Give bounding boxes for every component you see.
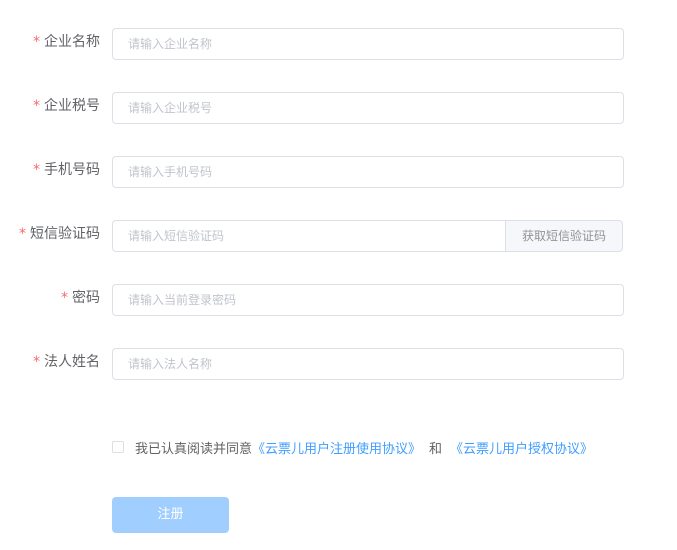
form-row-password: * 密码 <box>0 284 677 316</box>
required-mark: * <box>19 226 26 242</box>
required-mark: * <box>33 354 40 370</box>
agreement-text: 我已认真阅读并同意 <box>135 441 253 457</box>
company-name-label: * 企业名称 <box>33 28 100 60</box>
sms-code-label: * 短信验证码 <box>19 220 100 252</box>
form-row-phone: * 手机号码 <box>0 156 677 188</box>
agreement-row: 我已认真阅读并同意 《云票儿用户注册使用协议》 和 《云票儿用户授权协议》 <box>112 438 593 457</box>
sms-code-input[interactable] <box>112 220 506 252</box>
phone-label-text: 手机号码 <box>44 162 100 178</box>
phone-input[interactable] <box>112 156 624 188</box>
legal-name-label-text: 法人姓名 <box>44 354 100 370</box>
legal-name-input[interactable] <box>112 348 624 380</box>
tax-id-label: * 企业税号 <box>33 92 100 124</box>
password-label: * 密码 <box>61 284 100 316</box>
company-name-input[interactable] <box>112 28 624 60</box>
password-label-text: 密码 <box>72 290 100 306</box>
required-mark: * <box>33 98 40 114</box>
legal-name-label: * 法人姓名 <box>33 348 100 380</box>
password-input[interactable] <box>112 284 624 316</box>
company-name-label-text: 企业名称 <box>44 34 100 50</box>
tax-id-input[interactable] <box>112 92 624 124</box>
tax-id-label-text: 企业税号 <box>44 98 100 114</box>
required-mark: * <box>33 34 40 50</box>
registration-agreement-link[interactable]: 《云票儿用户注册使用协议》 <box>252 438 421 457</box>
required-mark: * <box>61 290 68 306</box>
phone-label: * 手机号码 <box>33 156 100 188</box>
get-sms-code-button[interactable]: 获取短信验证码 <box>505 220 623 252</box>
authorization-agreement-link[interactable]: 《云票儿用户授权协议》 <box>450 438 593 457</box>
form-row-company-name: * 企业名称 <box>0 28 677 60</box>
agreement-checkbox[interactable] <box>112 441 124 453</box>
register-button[interactable]: 注册 <box>112 497 229 533</box>
form-row-tax-id: * 企业税号 <box>0 92 677 124</box>
required-mark: * <box>33 162 40 178</box>
agreement-and-text: 和 <box>429 441 443 457</box>
sms-code-label-text: 短信验证码 <box>30 226 100 242</box>
form-row-sms-code: *短信验证码 获取短信验证码 <box>0 220 677 252</box>
form-row-legal-name: * 法人姓名 <box>0 348 677 380</box>
